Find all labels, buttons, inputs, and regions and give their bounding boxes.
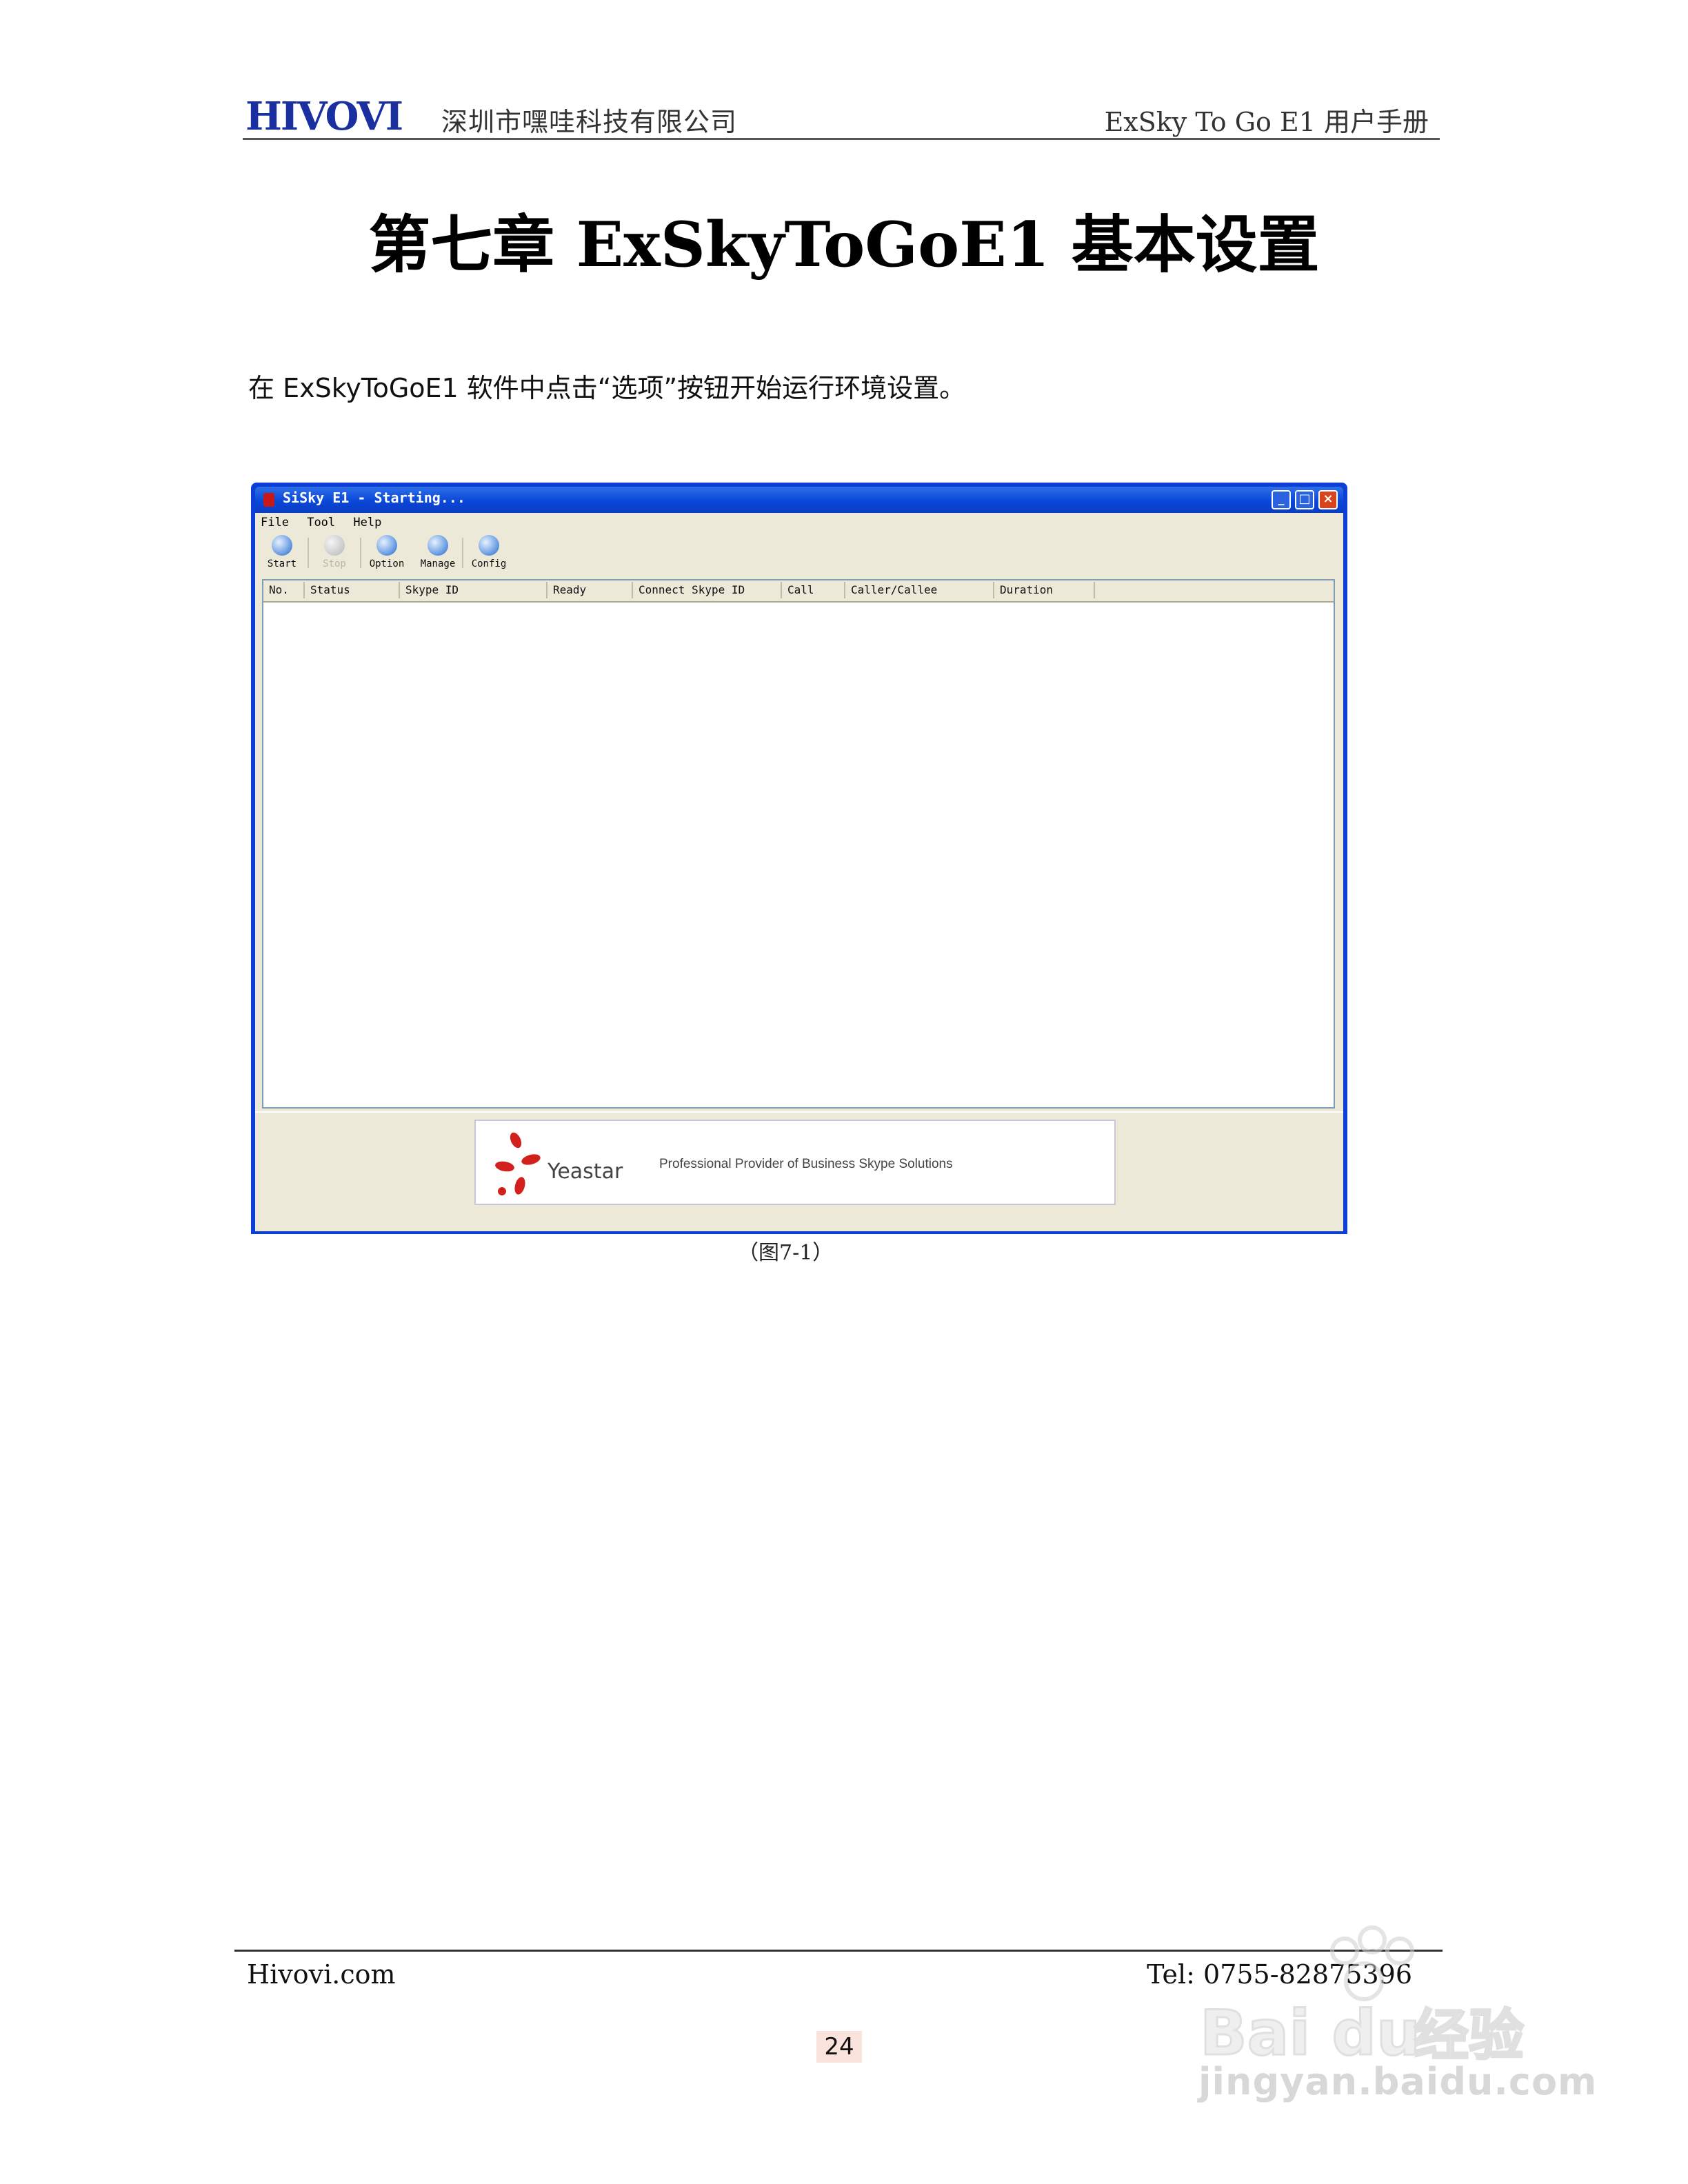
yeastar-logo-icon — [495, 1132, 541, 1195]
column-header-skype-id[interactable]: Skype ID — [400, 582, 547, 598]
config-button[interactable]: Config — [466, 535, 512, 569]
header-manual-title: ExSky To Go E1 用户手册 — [1104, 107, 1429, 137]
app-window-screenshot: SiSky E1 - Starting... _ □ × File Tool H… — [251, 483, 1347, 1234]
stop-button[interactable]: Stop — [312, 535, 357, 569]
intro-paragraph: 在 ExSkyToGoE1 软件中点击“选项”按钮开始运行环境设置。 — [248, 373, 966, 403]
column-header-call[interactable]: Call — [782, 582, 845, 598]
menu-help[interactable]: Help — [353, 516, 381, 529]
start-button[interactable]: Start — [259, 535, 305, 569]
header-company-name: 深圳市嘿哇科技有限公司 — [441, 107, 738, 137]
option-button[interactable]: Option — [364, 535, 410, 569]
option-label: Option — [369, 558, 405, 569]
manage-button[interactable]: Manage — [415, 535, 461, 569]
hivovi-logo: HIVOVI — [245, 95, 403, 136]
option-icon — [376, 535, 397, 556]
svg-text:Bai du: Bai du — [1200, 1997, 1420, 2070]
manage-label: Manage — [420, 558, 456, 569]
start-label: Start — [267, 558, 297, 569]
yeastar-tagline: Professional Provider of Business Skype … — [659, 1157, 953, 1171]
toolbar-separator — [308, 538, 309, 568]
watermark-url: jingyan.baidu.com — [1198, 2060, 1598, 2103]
chapter-title: 第七章 ExSkyToGoE1 基本设置 — [368, 208, 1320, 281]
manage-icon — [428, 535, 448, 556]
menu-file[interactable]: File — [261, 516, 289, 529]
column-header-no[interactable]: No. — [263, 582, 305, 598]
minimize-button[interactable]: _ — [1272, 490, 1291, 509]
column-header-duration[interactable]: Duration — [994, 582, 1095, 598]
stop-icon — [324, 535, 345, 556]
svg-text:HIVOVI: HIVOVI — [245, 95, 402, 136]
window-titlebar: SiSky E1 - Starting... _ □ × — [255, 487, 1343, 513]
start-icon — [272, 535, 292, 556]
yeastar-banner: Yeastar Professional Provider of Busines… — [474, 1120, 1116, 1205]
header-divider — [243, 138, 1440, 140]
figure-caption: （图7-1） — [738, 1241, 834, 1265]
window-client-area: File Tool Help Start Stop Option Manage — [255, 513, 1343, 1231]
config-icon — [479, 535, 499, 556]
toolbar-separator — [462, 538, 463, 568]
close-button[interactable]: × — [1318, 490, 1338, 509]
svg-text:经验: 经验 — [1414, 2003, 1524, 2067]
footer-site: Hivovi.com — [247, 1959, 396, 1990]
maximize-button[interactable]: □ — [1295, 490, 1314, 509]
stop-label: Stop — [323, 558, 346, 569]
menu-tool[interactable]: Tool — [307, 516, 335, 529]
column-header-ready[interactable]: Ready — [547, 582, 633, 598]
banner-area: Yeastar Professional Provider of Busines… — [255, 1111, 1343, 1231]
toolbar-separator — [360, 538, 361, 568]
channel-table: No. Status Skype ID Ready Connect Skype … — [262, 579, 1335, 1109]
table-header: No. Status Skype ID Ready Connect Skype … — [263, 580, 1334, 603]
yeastar-wordmark: Yeastar — [547, 1160, 623, 1184]
window-title: SiSky E1 - Starting... — [283, 489, 465, 506]
menu-bar: File Tool Help — [261, 516, 392, 531]
column-header-status[interactable]: Status — [305, 582, 400, 598]
column-header-connect-skype-id[interactable]: Connect Skype ID — [633, 582, 782, 598]
app-icon — [263, 493, 274, 507]
config-label: Config — [471, 558, 507, 569]
page-number: 24 — [816, 2031, 862, 2063]
column-header-caller-callee[interactable]: Caller/Callee — [845, 582, 994, 598]
